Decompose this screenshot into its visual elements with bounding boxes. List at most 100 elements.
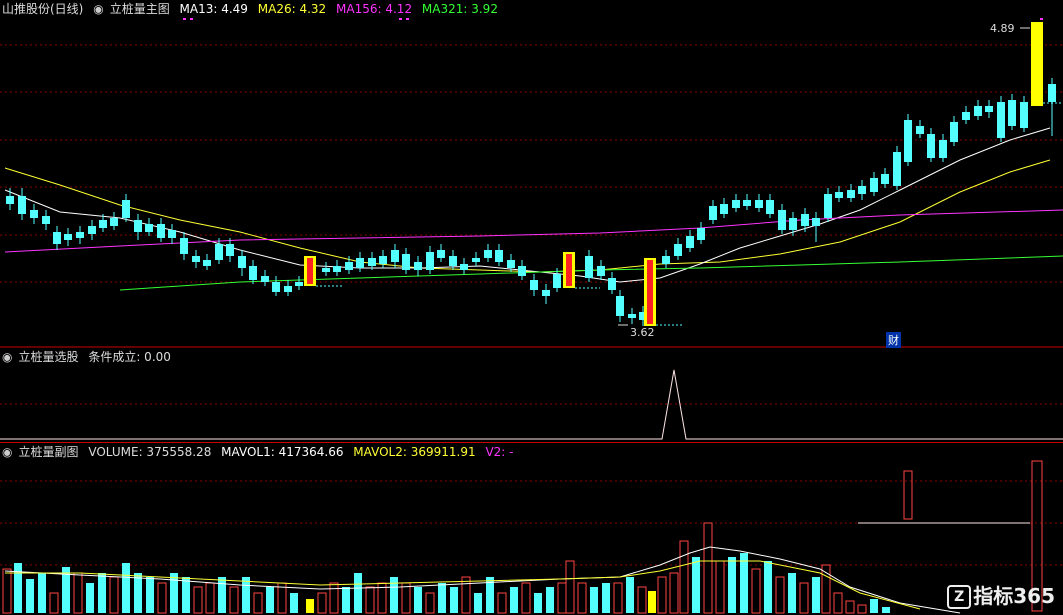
volume-bar — [86, 583, 94, 613]
volume-bar — [602, 583, 610, 613]
volume-bar — [329, 582, 339, 614]
stock-title[interactable]: 山推股份(日线) — [2, 2, 83, 16]
volume-bar — [146, 577, 154, 613]
candle-body — [88, 226, 96, 234]
candle-body — [709, 206, 717, 220]
ma13-line — [4, 127, 1051, 283]
volume-bar — [266, 587, 274, 613]
candle-body — [157, 224, 165, 238]
candle-body — [628, 314, 636, 318]
volume-bar — [577, 582, 587, 614]
candle-body — [99, 220, 107, 228]
volume-bar — [657, 576, 667, 614]
ma26-value: MA26: 4.32 — [257, 2, 327, 16]
v2-value: V2: - — [485, 445, 514, 459]
mavol2-value: MAVOL2: 369911.91 — [353, 445, 476, 459]
volume-bar — [870, 599, 878, 613]
indicator-toggle-icon[interactable]: ◉ — [93, 2, 103, 16]
ma321-value: MA321: 3.92 — [421, 2, 498, 16]
candle-body — [507, 260, 515, 268]
volume-bar — [461, 576, 471, 614]
candle-body — [42, 216, 50, 224]
volume-bar — [450, 587, 458, 613]
volume-bar — [242, 577, 250, 613]
low-price-label: 3.62 — [630, 326, 655, 339]
volume-panel[interactable]: ◉ 立桩量副图 VOLUME: 375558.28 MAVOL1: 417364.… — [0, 443, 1063, 615]
volume-bar — [497, 592, 507, 614]
candle-body — [484, 250, 492, 258]
candle-body — [553, 274, 561, 288]
candle-body — [249, 266, 257, 280]
watermark-text: 指标365 — [973, 583, 1055, 608]
volume-bar — [521, 582, 531, 614]
volume-bar — [557, 582, 567, 614]
candle-body — [495, 250, 503, 262]
candle-body — [847, 190, 855, 198]
volume-bar — [510, 587, 518, 613]
volume-bar — [365, 586, 375, 614]
candle-body — [168, 230, 176, 238]
candle-body — [226, 244, 234, 256]
volume-bar — [290, 593, 298, 613]
candle-body — [345, 262, 353, 270]
select-panel-header: ◉ 立桩量选股 条件成立: 0.00 — [2, 350, 177, 364]
candle-body — [616, 296, 624, 316]
volume-bar — [546, 587, 554, 613]
candle-body — [449, 256, 457, 266]
volume-indicator-name[interactable]: 立桩量副图 — [18, 445, 78, 459]
candle-body — [180, 238, 188, 254]
volume-bar — [715, 560, 725, 614]
candle-body — [766, 200, 774, 214]
candle-body — [1020, 102, 1028, 128]
candle-body — [585, 256, 593, 278]
candle-body — [732, 200, 740, 208]
zhibiao365-logo-icon: Z — [947, 585, 972, 609]
volume-bar — [182, 577, 190, 613]
candle-body — [542, 290, 550, 296]
candle-body — [379, 256, 387, 264]
select-indicator-panel[interactable]: ◉ 立桩量选股 条件成立: 0.00 — [0, 348, 1063, 443]
indicator-toggle-icon[interactable]: ◉ — [2, 445, 12, 459]
financial-report-marker[interactable]: 财 — [886, 332, 901, 348]
mavol1-value: MAVOL1: 417364.66 — [221, 445, 344, 459]
candle-body — [1008, 100, 1016, 126]
volume-bar — [764, 561, 772, 613]
candle-body — [950, 122, 958, 142]
volume-bar — [788, 573, 796, 613]
volume-bar — [882, 607, 890, 613]
volume-bar — [205, 582, 215, 614]
candle-body — [460, 264, 468, 270]
volume-bar — [73, 572, 83, 614]
main-indicator-name[interactable]: 立桩量主图 — [110, 2, 170, 16]
candle-body — [203, 260, 211, 266]
candle-body — [356, 258, 364, 268]
candle-body — [824, 194, 832, 218]
candle-body — [530, 280, 538, 290]
volume-bar — [425, 592, 435, 614]
candle-body — [238, 256, 246, 268]
candle-body — [472, 258, 480, 262]
candle-body — [261, 276, 269, 282]
indicator-toggle-icon[interactable]: ◉ — [2, 350, 12, 364]
main-chart-panel[interactable]: 山推股份(日线) ◉ 立桩量主图 MA13: 4.49 MA26: 4.32 MA… — [0, 0, 1063, 348]
volume-bar — [401, 582, 411, 614]
volume-bar — [799, 582, 809, 614]
volume-bar — [2, 568, 12, 614]
candle-body — [437, 250, 445, 258]
volume-bar — [648, 591, 656, 613]
candle-body — [426, 252, 434, 270]
volume-bar — [740, 553, 748, 613]
volume-bar — [317, 592, 327, 614]
candle-body — [674, 244, 682, 256]
volume-bar — [218, 577, 226, 613]
candle-body — [962, 112, 970, 120]
ma13-value: MA13: 4.49 — [179, 2, 248, 16]
select-indicator-name[interactable]: 立桩量选股 — [18, 350, 78, 364]
volume-bar — [613, 582, 623, 614]
candle-body — [414, 262, 422, 270]
candle-body — [662, 256, 670, 264]
candle-body — [743, 200, 751, 206]
candle-body — [835, 192, 843, 198]
volume-bar — [157, 582, 167, 614]
volume-bar — [414, 587, 422, 613]
